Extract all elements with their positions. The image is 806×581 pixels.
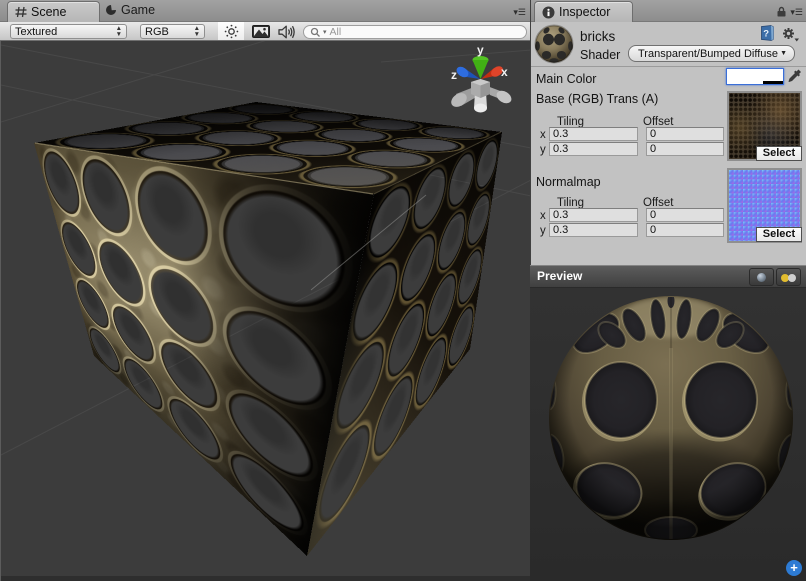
svg-text:?: ? bbox=[763, 29, 769, 40]
svg-text:y: y bbox=[477, 43, 484, 57]
svg-text:z: z bbox=[451, 68, 457, 82]
svg-text:x: x bbox=[501, 65, 508, 79]
